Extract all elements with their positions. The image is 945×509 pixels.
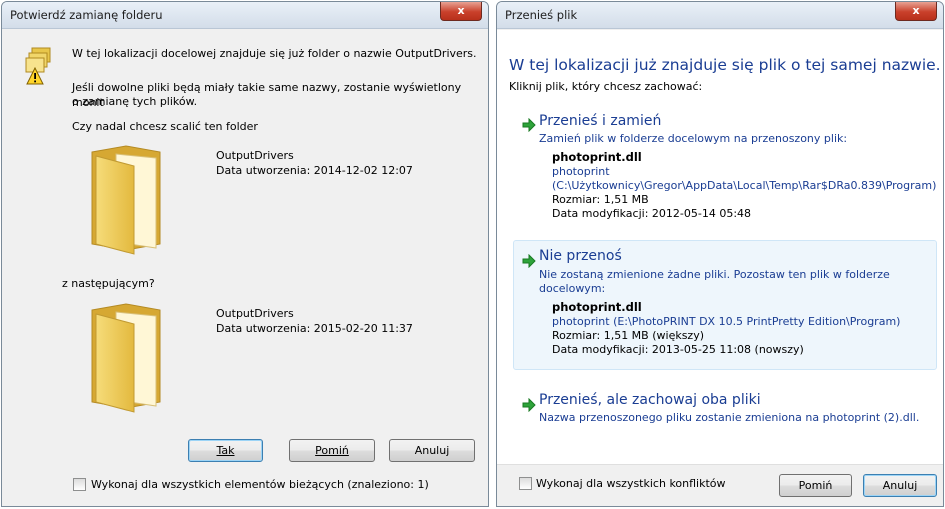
apply-all-conflicts-label[interactable]: Wykonaj dla wszystkich konfliktów <box>536 477 726 490</box>
option-keep-both-title: Przenieś, ale zachowaj oba pliki <box>539 392 761 408</box>
option-keep[interactable]: Nie przenoś Nie zostaną zmienione żadne … <box>513 240 937 370</box>
option-keep-both[interactable]: Przenieś, ale zachowaj oba pliki Nazwa p… <box>513 386 937 434</box>
green-arrow-icon <box>522 118 536 132</box>
move-subheading: Kliknij plik, który chcesz zachować: <box>509 80 703 93</box>
replace-file-desc: photoprint <box>552 165 610 178</box>
folder2-created: Data utworzenia: 2015-02-20 11:37 <box>216 322 413 335</box>
move-dialog-content: W tej lokalizacji już znajduje się plik … <box>497 30 943 464</box>
apply-all-conflicts-checkbox[interactable] <box>519 477 532 490</box>
move-dialog-titlebar[interactable]: Przenieś plik x <box>497 2 943 29</box>
keep-file-path: photoprint (E:\PhotoPRINT DX 10.5 PrintP… <box>552 315 901 328</box>
option-keep-description-line2: docelowym: <box>539 282 606 295</box>
replace-file-path: (C:\Użytkownicy\Gregor\AppData\Local\Tem… <box>552 179 937 192</box>
apply-all-label[interactable]: Wykonaj dla wszystkich elementów bieżący… <box>91 478 429 491</box>
merge-message: W tej lokalizacji docelowej znajduje się… <box>72 47 477 60</box>
option-replace-description: Zamień plik w folderze docelowym na prze… <box>539 132 848 145</box>
green-arrow-icon <box>522 254 536 268</box>
keep-file-name: photoprint.dll <box>552 300 642 314</box>
skip-button[interactable]: Pomiń <box>779 474 852 497</box>
move-dialog-title: Przenieś plik <box>505 8 578 22</box>
folder1-name: OutputDrivers <box>216 149 294 162</box>
merge-dialog-close-button[interactable]: x <box>440 2 482 21</box>
merge-dialog-titlebar[interactable]: Potwierdź zamianę folderu x <box>2 2 488 29</box>
merge-detail-line2: o zamianę tych plików. <box>72 95 198 108</box>
keep-file-size: Rozmiar: 1,51 MB (większy) <box>552 329 705 342</box>
option-replace-title: Przenieś i zamień <box>539 113 662 129</box>
move-dialog-footer: Wykonaj dla wszystkich konfliktów Pomiń … <box>497 464 943 506</box>
replace-file-name: photoprint.dll <box>552 150 642 164</box>
option-keep-both-description: Nazwa przenoszonego pliku zostanie zmien… <box>539 411 920 424</box>
skip-button[interactable]: Pomiń <box>289 439 375 462</box>
option-keep-description-line1: Nie zostaną zmienione żadne pliki. Pozos… <box>539 268 890 281</box>
folder2-name: OutputDrivers <box>216 307 294 320</box>
folder1-created: Data utworzenia: 2014-12-02 12:07 <box>216 164 413 177</box>
merge-question: Czy nadal chcesz scalić ten folder <box>72 120 258 133</box>
option-keep-title: Nie przenoś <box>539 248 622 264</box>
apply-all-checkbox[interactable] <box>73 478 86 491</box>
with-label: z następującym? <box>62 277 155 290</box>
merge-dialog-title: Potwierdź zamianę folderu <box>10 8 163 22</box>
move-dialog-close-button[interactable]: x <box>895 2 937 21</box>
yes-button[interactable]: Tak <box>188 439 263 462</box>
keep-file-modified: Data modyfikacji: 2013-05-25 11:08 (nows… <box>552 343 804 356</box>
merge-folder-dialog: Potwierdź zamianę folderu x W tej lokali… <box>1 1 489 507</box>
cancel-button[interactable]: Anuluj <box>389 439 475 462</box>
green-arrow-icon <box>522 398 536 412</box>
folder-warning-icon <box>25 47 51 85</box>
cancel-button[interactable]: Anuluj <box>863 474 937 497</box>
move-heading: W tej lokalizacji już znajduje się plik … <box>509 56 941 74</box>
folder-icon[interactable] <box>86 302 166 414</box>
move-file-dialog: Przenieś plik x W tej lokalizacji już zn… <box>496 1 944 507</box>
folder-icon[interactable] <box>86 144 166 256</box>
replace-file-modified: Data modyfikacji: 2012-05-14 05:48 <box>552 207 752 220</box>
option-replace[interactable]: Przenieś i zamień Zamień plik w folderze… <box>513 106 937 224</box>
replace-file-size: Rozmiar: 1,51 MB <box>552 193 649 206</box>
